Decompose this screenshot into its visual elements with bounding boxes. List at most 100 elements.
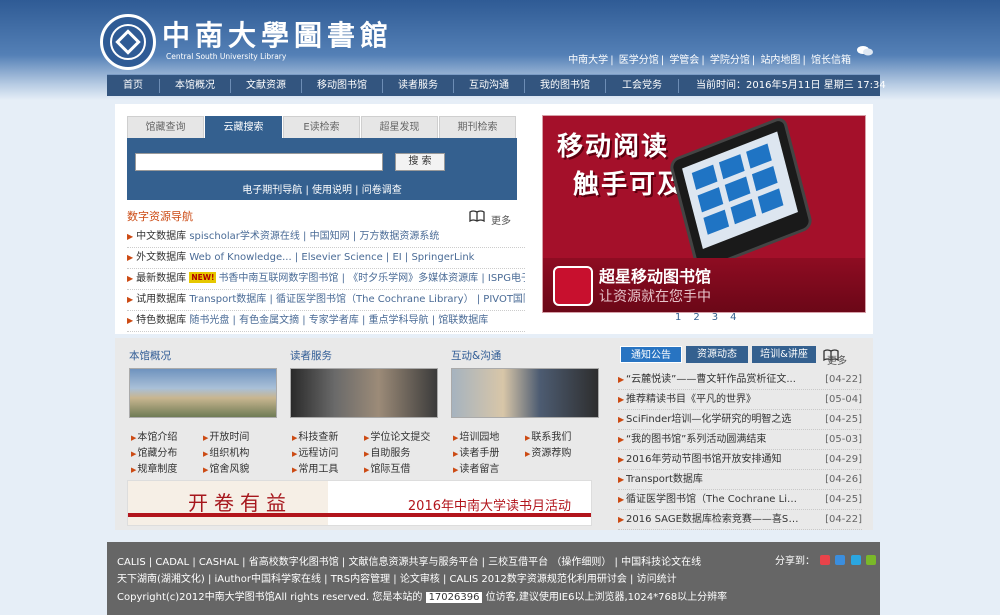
resource-row-trial: ▶ 试用数据库 Transport数据库 | 循证医学图书馆（The Cochra…: [127, 290, 525, 311]
top-link-csu[interactable]: 中南大学: [568, 55, 608, 66]
search-links[interactable]: 电子期刊导航 | 使用说明 | 问卷调查: [127, 181, 517, 196]
current-time: 当前时间：2016年5月11日 星期三 17:34: [696, 80, 886, 91]
pager-2[interactable]: 2: [693, 312, 699, 323]
share-bar: 分享到：: [775, 552, 876, 567]
nav-reader-services[interactable]: 读者服务: [383, 75, 453, 97]
resources-more-link[interactable]: 更多: [491, 212, 511, 227]
resource-row-foreign: ▶ 外文数据库 Web of Knowledge... | Elsevier Sc…: [127, 248, 525, 269]
nav-about[interactable]: 本馆概况: [160, 75, 230, 97]
tab-resource-news[interactable]: 资源动态: [686, 346, 748, 363]
chat-bubble-icon[interactable]: [857, 45, 873, 57]
footer-copyright: Copyright(c)2012中南大学图书馆All rights reserv…: [117, 592, 728, 603]
news-item[interactable]: ▶ “我的图书馆”系列活动圆满结束 [05-03]: [618, 430, 862, 450]
top-link-college-branch[interactable]: 学院分馆: [710, 55, 750, 66]
link-interlibrary-loan[interactable]: ▶馆际互借: [364, 460, 410, 475]
news-item[interactable]: ▶ Transport数据库 [04-26]: [618, 470, 862, 490]
bullet-triangle-icon: ▶: [127, 274, 134, 283]
link-building-views[interactable]: ▶馆舍风貌: [203, 460, 249, 475]
bullet-triangle-icon: ▶: [127, 232, 134, 241]
tab-eread-search[interactable]: E读检索: [283, 116, 360, 138]
douban-share-icon[interactable]: [865, 555, 876, 565]
pager-3[interactable]: 3: [712, 312, 718, 323]
nav-resources[interactable]: 文献资源: [231, 75, 301, 97]
section-title-interaction[interactable]: 互动&沟通: [451, 348, 501, 363]
bullet-triangle-icon: ▶: [127, 253, 134, 262]
link-common-tools[interactable]: ▶常用工具: [292, 460, 338, 475]
library-name[interactable]: 中南大學圖書館: [162, 14, 393, 54]
university-seal-icon[interactable]: [100, 14, 156, 70]
nav-my-library[interactable]: 我的图书馆: [525, 75, 605, 97]
chaoxing-logo-icon: [553, 266, 593, 306]
top-links: 中南大学 | 医学分馆 | 学管会 | 学院分馆 | 站内地图 | 馆长信箱: [568, 55, 851, 66]
library-building-photo[interactable]: [129, 368, 277, 418]
top-link-director-mailbox[interactable]: 馆长信箱: [811, 55, 851, 66]
banner-slogan: 让资源就在您手中: [599, 289, 711, 305]
link-library-intro[interactable]: ▶本馆介绍: [131, 428, 177, 443]
tab-notices[interactable]: 通知公告: [620, 346, 682, 363]
news-item[interactable]: ▶ “云麓悦读”——曹文轩作品赏析征文... [04-22]: [618, 370, 862, 390]
resource-row-newest: ▶ 最新数据库 NEW! 书香中南互联网数字图书馆 | 《时夕乐学网》多媒体资源库 …: [127, 269, 525, 290]
link-regulations[interactable]: ▶规章制度: [131, 460, 177, 475]
interaction-photo[interactable]: [451, 368, 599, 418]
link-self-service[interactable]: ▶自助服务: [364, 444, 410, 459]
link-contact-us[interactable]: ▶联系我们: [525, 428, 571, 443]
open-book-icon: [469, 210, 485, 222]
section-title-about[interactable]: 本馆概况: [129, 348, 171, 363]
pager-1[interactable]: 1: [675, 312, 681, 323]
qzone-share-icon[interactable]: [835, 555, 846, 565]
new-badge: NEW!: [189, 272, 217, 283]
news-item[interactable]: ▶ SciFinder培训—化学研究的明智之选 [04-25]: [618, 410, 862, 430]
link-organization[interactable]: ▶组织机构: [203, 444, 249, 459]
link-novelty-search[interactable]: ▶科技查新: [292, 428, 338, 443]
link-reader-handbook[interactable]: ▶读者手册: [453, 444, 499, 459]
news-item[interactable]: ▶ 2016年劳动节图书馆开放安排通知 [04-29]: [618, 450, 862, 470]
top-link-sitemap[interactable]: 站内地图: [760, 55, 800, 66]
tab-chaoxing-discovery[interactable]: 超星发现: [361, 116, 438, 138]
site-footer: CALIS | CADAL | CASHAL | 省高校数字化图书馆 | 文献信…: [107, 542, 880, 615]
footer-links-1[interactable]: CALIS | CADAL | CASHAL | 省高校数字化图书馆 | 文献信…: [117, 553, 701, 568]
pager-4[interactable]: 4: [730, 312, 736, 323]
link-collection-layout[interactable]: ▶馆藏分布: [131, 444, 177, 459]
tab-catalog-search[interactable]: 馆藏查询: [127, 116, 204, 138]
phone-illustration: [668, 116, 814, 273]
link-recommend-purchase[interactable]: ▶资源荐购: [525, 444, 571, 459]
main-nav: 首页 本馆概况 文献资源 移动图书馆 读者服务 互动沟通 我的图书馆 工会党务 …: [107, 74, 886, 97]
link-opening-hours[interactable]: ▶开放时间: [203, 428, 249, 443]
nav-mobile-library[interactable]: 移动图书馆: [302, 75, 382, 97]
news-item[interactable]: ▶ 推荐精读书目《平凡的世界》 [05-04]: [618, 390, 862, 410]
search-box: 搜 索 电子期刊导航 | 使用说明 | 问卷调查: [127, 138, 517, 200]
tab-journal-search[interactable]: 期刊检索: [439, 116, 516, 138]
news-item[interactable]: ▶ 循证医学图书馆（The Cochrane Libra... [04-25]: [618, 490, 862, 510]
top-link-medical-branch[interactable]: 医学分馆: [619, 55, 659, 66]
search-button[interactable]: 搜 索: [395, 153, 445, 171]
tab-cloud-search[interactable]: 云藏搜索: [205, 116, 282, 138]
news-more-link[interactable]: 更多: [827, 352, 847, 367]
footer-links-2[interactable]: 天下湖南(湖湘文化) | iAuthor中国科学家在线 | TRS内容管理 | …: [117, 570, 677, 585]
nav-interaction[interactable]: 互动沟通: [454, 75, 524, 97]
middle-panel: 本馆概况 ▶本馆介绍 ▶开放时间 ▶馆藏分布 ▶组织机构 ▶规章制度 ▶馆舍风貌…: [115, 338, 873, 530]
nav-union-party[interactable]: 工会党务: [606, 75, 678, 97]
tab-training-lectures[interactable]: 培训&讲座: [752, 346, 816, 363]
link-remote-access[interactable]: ▶远程访问: [292, 444, 338, 459]
search-input[interactable]: [135, 153, 383, 171]
link-training[interactable]: ▶培训园地: [453, 428, 499, 443]
reader-services-photo[interactable]: [290, 368, 438, 418]
banner-brand: 超星移动图书馆: [599, 267, 712, 286]
renren-share-icon[interactable]: [850, 555, 861, 565]
reading-month-banner[interactable]: 开卷有益 2016年中南大学读书月活动: [127, 480, 592, 526]
nav-home[interactable]: 首页: [107, 75, 159, 97]
section-title-reader-services[interactable]: 读者服务: [290, 348, 332, 363]
weibo-share-icon[interactable]: [820, 555, 831, 565]
bullet-triangle-icon: ▶: [127, 316, 134, 325]
banner-calligraphy: 开卷有益: [188, 491, 292, 515]
mobile-reading-banner[interactable]: 移动阅读 触手可及 超星移动图书馆 让资源就在您手中: [542, 115, 866, 313]
main-panel: 馆藏查询 云藏搜索 E读检索 超星发现 期刊检索 搜 索 电子期刊导航 | 使用…: [115, 104, 873, 334]
resource-row-chinese: ▶ 中文数据库 spischolar学术资源在线 | 中国知网 | 万方数据资源系…: [127, 227, 525, 248]
link-thesis-submit[interactable]: ▶学位论文提交: [364, 428, 430, 443]
bullet-triangle-icon: ▶: [127, 295, 134, 304]
digital-resources-title: 数字资源导航: [127, 210, 193, 223]
library-name-english: Central South University Library: [166, 52, 287, 61]
link-reader-messages[interactable]: ▶读者留言: [453, 460, 499, 475]
top-link-student-committee[interactable]: 学管会: [669, 55, 699, 66]
news-item[interactable]: ▶ 2016 SAGE数据库检索竞赛——喜SAGE... [04-22]: [618, 510, 862, 530]
